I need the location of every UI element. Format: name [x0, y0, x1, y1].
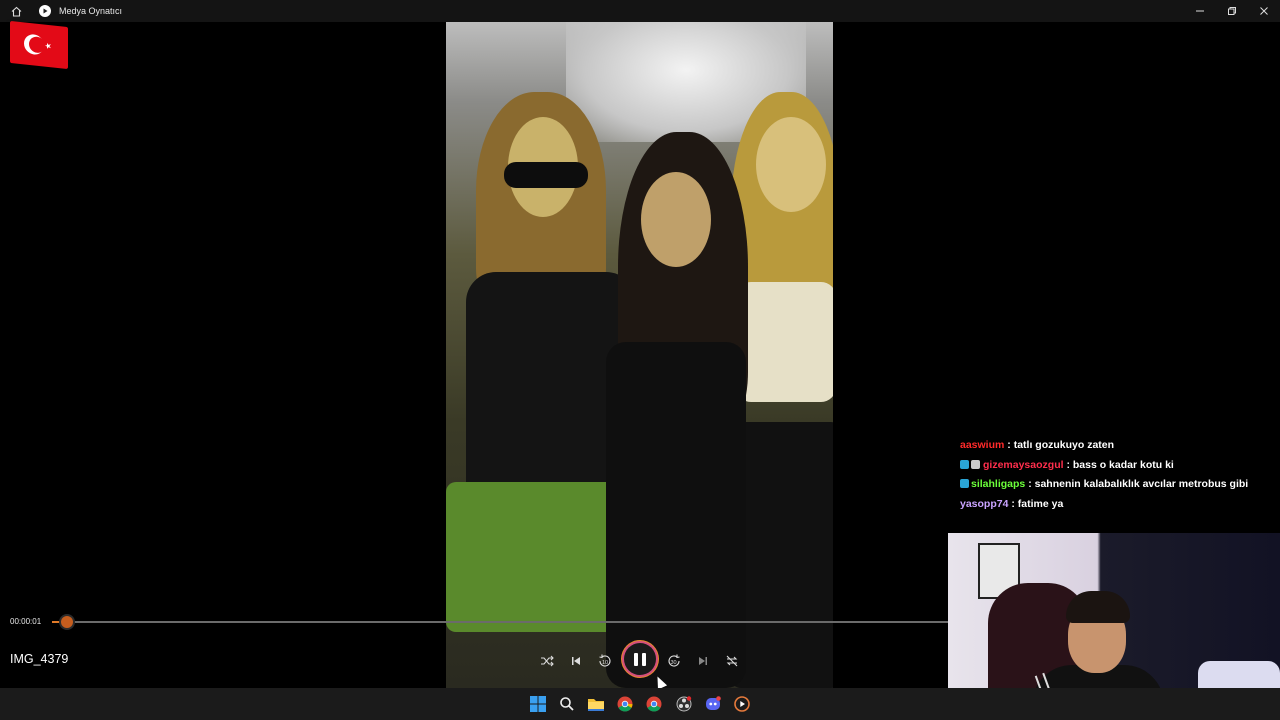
video-frame[interactable]: [446, 22, 833, 688]
forward-30-button[interactable]: 30: [661, 648, 687, 674]
chat-message: yasopp74 : fatime ya: [960, 497, 1064, 510]
window-title: Medya Oynatıcı: [59, 6, 123, 16]
chrome-profile-icon[interactable]: [644, 694, 664, 714]
pause-icon-bar: [642, 652, 646, 666]
file-name: IMG_4379: [10, 652, 69, 666]
title-bar: Medya Oynatıcı: [0, 0, 1280, 22]
chat-message: aaswium : tatlı gozukuyo zaten: [960, 439, 1115, 451]
search-icon[interactable]: [557, 694, 577, 714]
subscriber-badge-icon: [960, 479, 969, 488]
shuffle-button[interactable]: [534, 648, 560, 674]
person-right-face: [756, 117, 826, 212]
next-button[interactable]: [690, 648, 716, 674]
pause-icon: [634, 652, 638, 666]
previous-button[interactable]: [563, 648, 589, 674]
rewind-10-icon: 10: [599, 654, 611, 667]
stream-chat: aaswium : tatlı gozukuyo zaten gizemaysa…: [960, 437, 1280, 515]
window-controls: [1184, 0, 1280, 22]
svg-text:10: 10: [602, 660, 608, 666]
chat-username: yasopp74: [960, 497, 1009, 510]
obs-icon[interactable]: [674, 694, 694, 714]
taskbar: [0, 688, 1280, 720]
subscriber-badge-icon: [960, 459, 969, 469]
pause-button[interactable]: [624, 643, 656, 675]
person-middle-face: [641, 172, 711, 267]
svg-text:30: 30: [671, 660, 677, 666]
sunglasses: [504, 162, 588, 188]
discord-icon[interactable]: [703, 694, 723, 714]
rewind-10-button[interactable]: 10: [592, 648, 618, 674]
close-button[interactable]: [1248, 0, 1280, 22]
repeat-off-icon: [726, 655, 738, 667]
media-player-app-icon: [39, 5, 51, 17]
seek-thumb[interactable]: [61, 616, 74, 628]
seek-bar[interactable]: [52, 616, 948, 628]
chat-message: gizemaysaozgul : bass o kadar kotu ki: [960, 457, 1280, 477]
turkish-flag-overlay: [10, 20, 68, 70]
media-player-icon[interactable]: [732, 694, 752, 714]
restore-button[interactable]: [1216, 0, 1248, 22]
previous-icon: [572, 657, 580, 665]
file-explorer-icon[interactable]: [586, 694, 606, 714]
chat-username: silahligaps: [971, 478, 1026, 490]
forward-30-icon: 30: [668, 654, 680, 667]
streamer-hair: [1066, 591, 1130, 623]
playback-controls: IMG_4379 10 30: [0, 634, 948, 688]
chat-message: silahligaps : sahnenin kalabalıklık avcı…: [960, 476, 1280, 496]
chat-text: bass o kadar kotu ki: [1072, 458, 1174, 471]
person-right-top: [736, 282, 833, 402]
chat-text: sahnenin kalabalıklık avcılar metrobus g…: [1034, 478, 1249, 490]
gift-badge-icon: [971, 459, 980, 469]
seek-bar-area: 00:00:01: [0, 610, 948, 634]
chat-username: gizemaysaozgul: [983, 458, 1064, 471]
current-time: 00:00:01: [10, 617, 42, 626]
chat-username: aaswium: [960, 439, 1005, 451]
minimize-button[interactable]: [1184, 0, 1216, 22]
shuffle-icon: [541, 655, 554, 667]
chat-text: fatime ya: [1017, 497, 1064, 510]
next-icon: [699, 657, 707, 665]
repeat-button[interactable]: [719, 648, 745, 674]
home-icon[interactable]: [9, 4, 23, 18]
chat-text: tatlı gozukuyo zaten: [1013, 439, 1115, 451]
windows-start-icon[interactable]: [528, 694, 548, 714]
chrome-icon[interactable]: [615, 694, 635, 714]
